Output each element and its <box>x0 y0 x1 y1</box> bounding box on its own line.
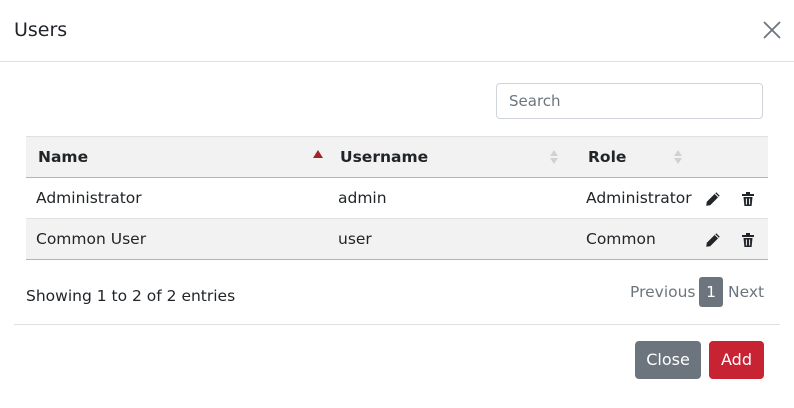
column-header-actions <box>694 136 768 178</box>
users-table: Name Username Role Administrator admin A… <box>26 136 768 260</box>
sort-both-icon <box>674 150 682 164</box>
cell-username: admin <box>328 177 576 219</box>
cell-role: Common <box>576 218 694 260</box>
footer-divider <box>14 324 780 325</box>
column-header-label: Username <box>340 148 429 166</box>
search-input[interactable] <box>496 83 763 119</box>
pagination-previous[interactable]: Previous <box>630 277 696 307</box>
cell-name: Common User <box>26 218 328 260</box>
trash-icon[interactable] <box>740 191 756 207</box>
table-row: Administrator admin Administrator <box>26 177 768 219</box>
column-header-label: Role <box>588 148 627 166</box>
cell-username: user <box>328 218 576 260</box>
table-row: Common User user Common <box>26 218 768 260</box>
column-header-label: Name <box>38 148 89 166</box>
column-header-name[interactable]: Name <box>26 136 328 178</box>
pencil-icon[interactable] <box>705 232 721 248</box>
sort-both-icon <box>550 150 558 164</box>
sort-ascending-icon <box>313 150 323 158</box>
trash-icon[interactable] <box>740 232 756 248</box>
column-header-username[interactable]: Username <box>328 136 576 178</box>
pagination-current-page[interactable]: 1 <box>699 277 723 307</box>
pagination-next[interactable]: Next <box>728 277 764 307</box>
pencil-icon[interactable] <box>705 191 721 207</box>
cell-actions <box>694 218 768 260</box>
table-header-row: Name Username Role <box>26 136 768 178</box>
close-button[interactable]: Close <box>635 341 701 379</box>
table-info: Showing 1 to 2 of 2 entries <box>26 287 236 305</box>
cell-name: Administrator <box>26 177 328 219</box>
close-x-icon[interactable] <box>761 19 783 41</box>
modal-title: Users <box>14 19 68 41</box>
users-modal: Users Name Username <box>0 0 794 408</box>
add-button[interactable]: Add <box>709 341 764 379</box>
column-header-role[interactable]: Role <box>576 136 694 178</box>
cell-actions <box>694 177 768 219</box>
cell-role: Administrator <box>576 177 694 219</box>
modal-header: Users <box>0 0 794 62</box>
